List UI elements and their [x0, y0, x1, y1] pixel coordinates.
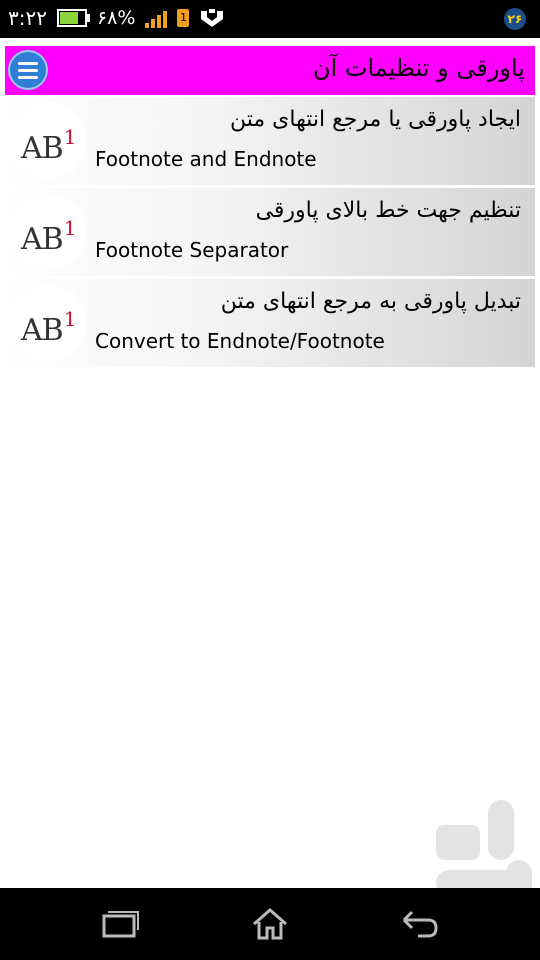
navigation-bar — [0, 888, 540, 960]
list-item-title-fa: تنظیم جهت خط بالای پاورقی — [255, 198, 521, 223]
back-icon[interactable] — [400, 906, 440, 942]
footnote-ab1-icon: AB1 — [11, 285, 87, 361]
recent-apps-icon[interactable] — [100, 906, 140, 942]
list-item-title-en: Footnote and Endnote — [95, 147, 317, 171]
list-item-convert-endnote-footnote[interactable]: AB1 تبدیل پاورقی به مرجع انتهای متن Conv… — [5, 279, 535, 367]
page-title: پاورقی و تنظیمات آن — [312, 54, 525, 82]
list-item-title-fa: تبدیل پاورقی به مرجع انتهای متن — [220, 289, 521, 314]
settings-list: AB1 ایجاد پاورقی یا مرجع انتهای متن Foot… — [5, 97, 535, 370]
status-left-group: ۳:۲۲ ۶۸% 1 — [8, 6, 225, 30]
sim-icon: 1 — [177, 9, 190, 27]
clock: ۳:۲۲ — [8, 6, 47, 30]
battery-icon — [56, 9, 90, 27]
footnote-ab1-icon: AB1 — [11, 194, 87, 270]
status-bar: ۳:۲۲ ۶۸% 1 ۲۶ — [0, 0, 540, 38]
hamburger-menu-icon[interactable] — [8, 50, 48, 90]
list-item-footnote-separator[interactable]: AB1 تنظیم جهت خط بالای پاورقی Footnote S… — [5, 188, 535, 276]
list-item-title-fa: ایجاد پاورقی یا مرجع انتهای متن — [230, 107, 521, 132]
footnote-ab1-icon: AB1 — [11, 103, 87, 179]
list-item-title-en: Convert to Endnote/Footnote — [95, 329, 385, 353]
status-right-group: ۲۶ — [504, 8, 526, 30]
app-bar: پاورقی و تنظیمات آن — [5, 46, 535, 95]
signal-icon — [145, 8, 168, 28]
notification-app-icon — [201, 9, 224, 27]
battery-percent: ۶۸% — [96, 7, 136, 29]
home-icon[interactable] — [250, 906, 290, 942]
list-item-title-en: Footnote Separator — [95, 238, 289, 262]
list-item-footnote-endnote[interactable]: AB1 ایجاد پاورقی یا مرجع انتهای متن Foot… — [5, 97, 535, 185]
calendar-badge-icon: ۲۶ — [504, 8, 526, 30]
